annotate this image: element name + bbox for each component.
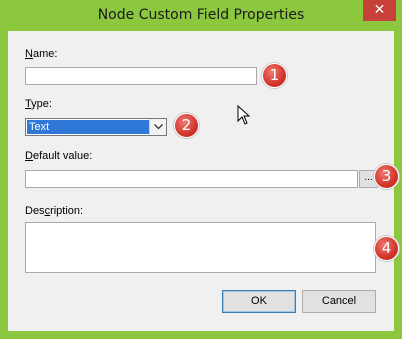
callout-marker-1: 1 (262, 63, 287, 88)
description-label-prefix: Des (25, 205, 45, 217)
type-label-text: ype: (31, 98, 52, 110)
default-value-input[interactable] (25, 170, 358, 188)
name-label-text: ame: (32, 48, 58, 60)
description-input[interactable] (25, 222, 376, 273)
cancel-button[interactable]: Cancel (302, 290, 376, 313)
description-label-text: ription: (50, 205, 84, 217)
type-dropdown-button[interactable] (149, 119, 166, 135)
default-value-label: Default value: (25, 150, 92, 162)
description-label: Description: (25, 205, 83, 217)
default-value-label-text: efault value: (32, 150, 93, 162)
chevron-down-icon (154, 124, 163, 130)
callout-marker-2: 2 (174, 113, 199, 138)
type-select[interactable]: Text (25, 118, 167, 136)
callout-marker-4: 4 (374, 236, 399, 261)
name-label: Name: (25, 48, 57, 60)
name-accesskey: N (25, 48, 33, 60)
close-button[interactable]: ✕ (363, 0, 396, 21)
title-bar[interactable]: Node Custom Field Properties ✕ (0, 0, 402, 31)
ok-button[interactable]: OK (222, 290, 296, 313)
type-selected-value: Text (27, 120, 149, 134)
default-value-accesskey: D (25, 150, 33, 162)
window-title: Node Custom Field Properties (97, 7, 305, 23)
callout-marker-3: 3 (374, 164, 399, 189)
dialog-body: Name: Type: Text Default value: ... Desc… (8, 31, 394, 331)
type-label: Type: (25, 98, 52, 110)
mouse-cursor-icon (237, 105, 251, 125)
dialog-window: Node Custom Field Properties ✕ Name: Typ… (0, 0, 402, 339)
close-icon: ✕ (373, 2, 386, 18)
name-input[interactable] (25, 67, 257, 85)
